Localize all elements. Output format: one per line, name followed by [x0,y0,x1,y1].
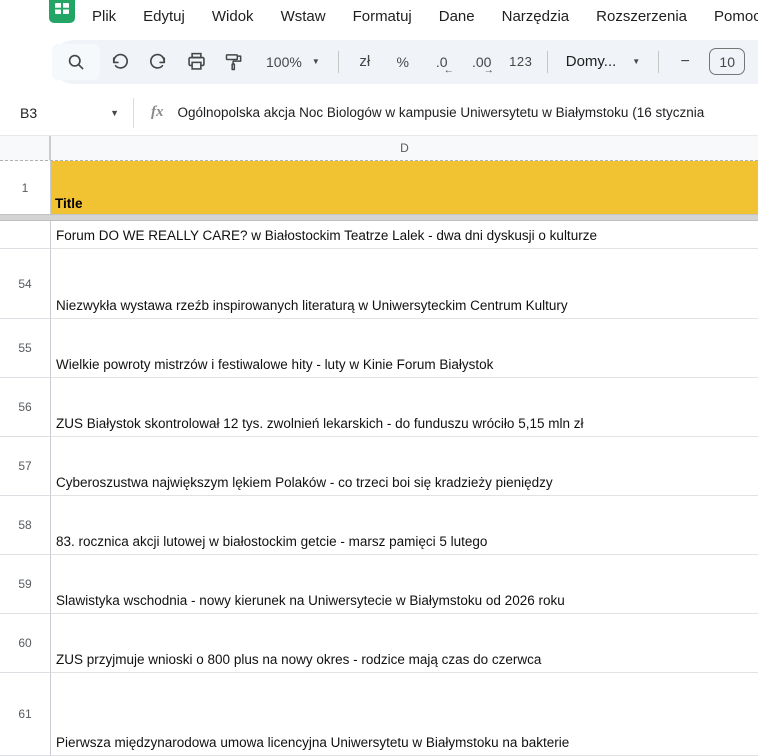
cell[interactable]: Wielkie powroty mistrzów i festiwalowe h… [51,319,758,378]
formula-input[interactable]: Ogólnopolska akcja Noc Biologów w kampus… [178,105,758,120]
arrow-right-icon: → [483,64,494,76]
toolbar: 100% ▼ zł % .0 ← .00 → 123 Domy... ▼ − 1… [0,33,758,90]
cell[interactable]: 83. rocznica akcji lutowej w białostocki… [51,496,758,555]
toolbar-pill: 100% ▼ zł % .0 ← .00 → 123 Domy... ▼ − 1… [52,39,758,84]
table-row: 54 Niezwykła wystawa rzeźb inspirowanych… [0,249,758,319]
table-row: 61 Pierwsza międzynarodowa umowa licency… [0,673,758,756]
currency-icon: zł [359,53,371,70]
title-header-cell[interactable]: Title [51,161,758,214]
header-row: 1 Title [0,161,758,214]
column-header-d[interactable]: D [51,136,758,160]
undo-button[interactable] [102,44,138,80]
row-header[interactable]: 60 [0,614,51,673]
menu-item-pomoc[interactable]: Pomoc [714,8,758,25]
menu-item-formatuj[interactable]: Formatuj [353,8,412,25]
sheets-logo-icon[interactable] [48,0,76,24]
row-header[interactable] [0,221,51,249]
cell-text: Cyberoszustwa największym lękiem Polaków… [56,475,553,490]
menu-item-edytuj[interactable]: Edytuj [143,8,185,25]
minus-icon: − [680,52,690,70]
table-row: 55 Wielkie powroty mistrzów i festiwalow… [0,319,758,378]
search-icon [68,54,84,70]
percent-icon: % [396,53,409,70]
table-row: 58 83. rocznica akcji lutowej w białosto… [0,496,758,555]
menu-item-narzedzia[interactable]: Narzędzia [502,8,570,25]
font-size-input[interactable]: 10 [709,48,746,75]
toolbar-divider [546,50,548,73]
table-row: 56 ZUS Białystok skontrolował 12 tys. zw… [0,378,758,437]
cell[interactable]: Forum DO WE REALLY CARE? w Białostockim … [51,221,758,249]
toolbar-divider [337,50,339,73]
row-header-1[interactable]: 1 [0,161,51,214]
increase-decimal-button[interactable]: .00 → [463,44,501,80]
row-header[interactable]: 58 [0,496,51,555]
table-row: 57 Cyberoszustwa największym lękiem Pola… [0,437,758,496]
cell[interactable]: Cyberoszustwa największym lękiem Polaków… [51,437,758,496]
cell-text: ZUS przyjmuje wnioski o 800 plus na nowy… [56,652,542,667]
redo-button[interactable] [140,44,176,80]
row-header[interactable]: 57 [0,437,51,496]
redo-icon [150,53,166,69]
row-header[interactable]: 54 [0,249,51,319]
fx-icon: fx [151,104,164,120]
decrease-decimal-button[interactable]: .0 ← [423,44,461,80]
print-icon [187,52,205,70]
table-row: 59 Slawistyka wschodnia - nowy kierunek … [0,555,758,614]
chevron-down-icon: ▼ [632,56,641,66]
zoom-control[interactable]: 100% ▼ [254,44,330,80]
chevron-down-icon: ▼ [311,56,320,66]
chevron-down-icon[interactable]: ▼ [110,108,119,118]
number-format-icon: 123 [509,54,533,69]
menu-item-dane[interactable]: Dane [439,8,475,25]
row-header[interactable]: 59 [0,555,51,614]
percent-format-button[interactable]: % [385,44,421,80]
decrease-font-size-button[interactable]: − [667,44,703,80]
cell-text: 83. rocznica akcji lutowej w białostocki… [56,534,488,549]
cell[interactable]: Pierwsza międzynarodowa umowa licencyjna… [51,673,758,756]
cell[interactable]: Slawistyka wschodnia - nowy kierunek na … [51,555,758,614]
table-row: 60 ZUS przyjmuje wnioski o 800 plus na n… [0,614,758,673]
cell[interactable]: ZUS Białystok skontrolował 12 tys. zwoln… [51,378,758,437]
search-button[interactable] [52,43,100,80]
paint-format-button[interactable] [216,44,252,80]
row-header[interactable]: 56 [0,378,51,437]
menu-item-plik[interactable]: Plik [92,8,116,25]
menu-item-widok[interactable]: Widok [212,8,254,25]
cell-text: Pierwsza międzynarodowa umowa licencyjna… [56,735,570,750]
menu-item-wstaw[interactable]: Wstaw [281,8,326,25]
cell[interactable]: Niezwykła wystawa rzeźb inspirowanych li… [51,249,758,319]
rows-container: Forum DO WE REALLY CARE? w Białostockim … [0,221,758,756]
column-header-row: D [0,136,758,161]
menu-item-rozszerzenia[interactable]: Rozszerzenia [596,8,687,25]
cell-text: Slawistyka wschodnia - nowy kierunek na … [56,593,565,608]
cell-text: Forum DO WE REALLY CARE? w Białostockim … [56,228,597,243]
row-header[interactable]: 55 [0,319,51,378]
undo-icon [112,53,128,69]
name-box[interactable]: B3 ▼ [0,90,133,135]
cell-text: ZUS Białystok skontrolował 12 tys. zwoln… [56,416,584,431]
font-selector[interactable]: Domy... ▼ [556,44,650,80]
paint-roller-icon [225,53,242,70]
table-row: Forum DO WE REALLY CARE? w Białostockim … [0,221,758,249]
cell-text: Wielkie powroty mistrzów i festiwalowe h… [56,357,494,372]
menu-bar: Plik Edytuj Widok Wstaw Formatuj Dane Na… [0,0,758,33]
zoom-level: 100% [266,53,302,70]
print-button[interactable] [178,44,214,80]
arrow-left-icon: ← [443,64,454,76]
row-header[interactable]: 61 [0,673,51,756]
cell-reference: B3 [20,104,38,121]
cell-text: Niezwykła wystawa rzeźb inspirowanych li… [56,298,568,313]
formula-bar: B3 ▼ fx Ogólnopolska akcja Noc Biologów … [0,90,758,136]
frozen-row-divider[interactable] [0,214,758,221]
formula-bar-divider [133,97,134,128]
sheets-window: Plik Edytuj Widok Wstaw Formatuj Dane Na… [0,0,758,756]
spreadsheet-grid: D 1 Title Forum DO WE REALLY CARE? w Bia… [0,136,758,756]
currency-format-button[interactable]: zł [347,44,383,80]
font-name: Domy... [565,53,617,70]
toolbar-divider [658,50,660,73]
number-format-button[interactable]: 123 [503,44,539,80]
cell[interactable]: ZUS przyjmuje wnioski o 800 plus na nowy… [51,614,758,673]
corner-stub[interactable] [0,136,51,160]
